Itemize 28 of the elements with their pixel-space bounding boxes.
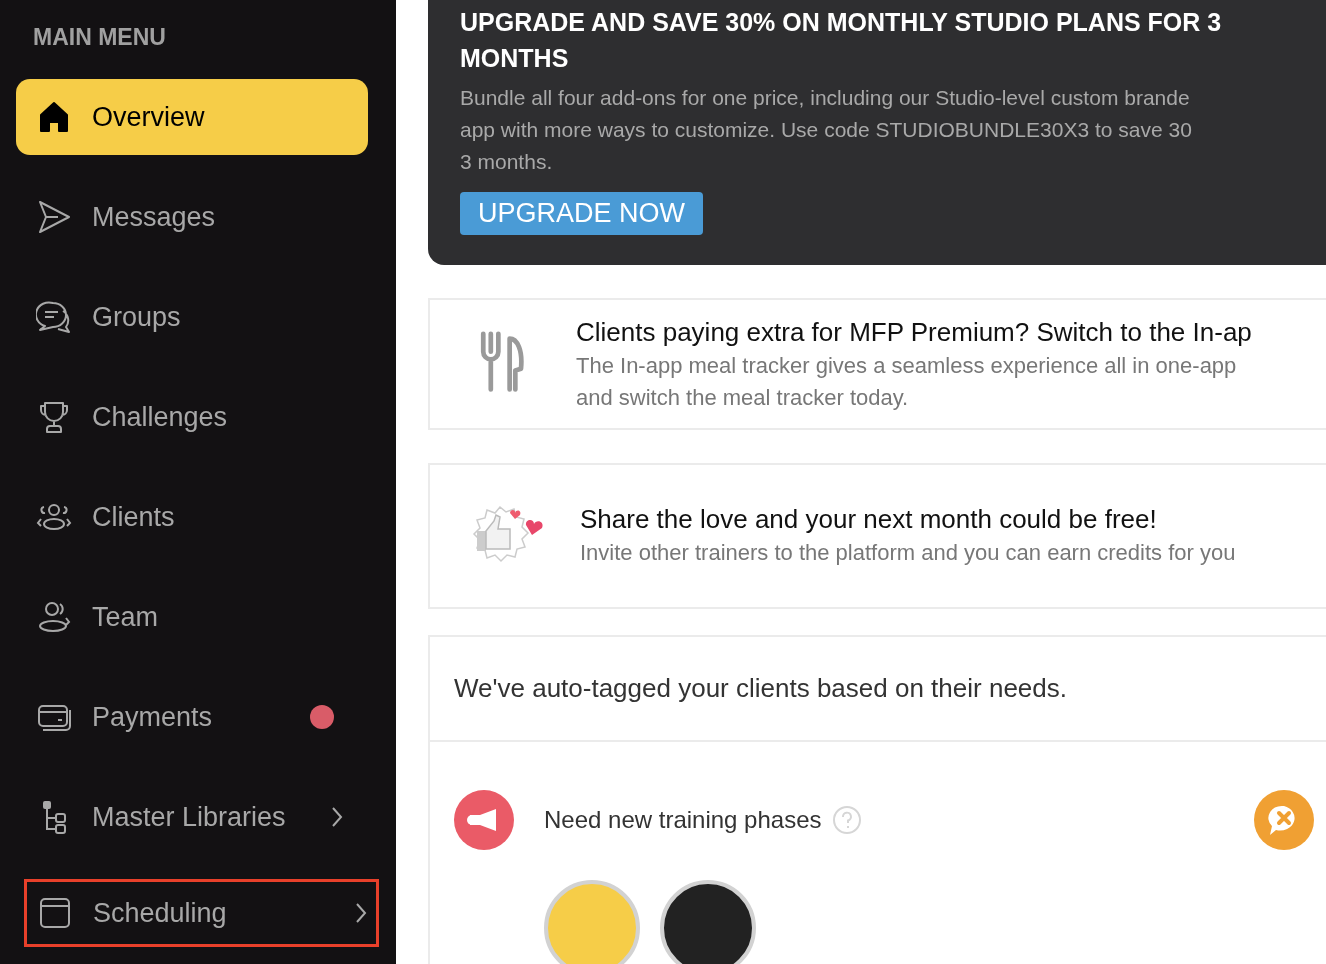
sidebar-item[interactable]: Scheduling: [24, 879, 379, 947]
sidebar-item[interactable]: Challenges: [16, 379, 368, 455]
card-title: Share the love and your next month could be free!: [580, 503, 1158, 536]
banner-text: Bundle all four add-ons for one price, including our Studio-level custom brande app with more ways to customize. Use code STUDIOBUNDLE30X3 to save 30 3 months.: [460, 85, 1193, 175]
sidebar-item[interactable]: Payments: [16, 679, 368, 755]
chevron-right-icon: [330, 805, 344, 829]
sidebar-item[interactable]: Clients: [16, 479, 368, 555]
paper-plane-icon: [36, 199, 72, 235]
banner-title: UPGRADE AND SAVE 30% ON MONTHLY STUDIO PLANS FOR 3 MONTHS: [460, 7, 1223, 74]
chat-dismiss-icon[interactable]: [1254, 790, 1314, 850]
card-text: Invite other trainers to the platform and you can earn credits for you: [580, 539, 1236, 567]
sidebar-item[interactable]: Master Libraries: [16, 779, 368, 855]
chat-bubbles-icon: [36, 299, 72, 335]
notification-dot: [310, 705, 334, 729]
sidebar-item[interactable]: Messages: [16, 179, 368, 255]
calendar-icon: [37, 895, 73, 931]
card-title: Clients paying extra for MFP Premium? Switch to the In-ap: [576, 316, 1252, 349]
tags-heading: We've auto-tagged your clients based on their needs.: [430, 637, 1326, 742]
chevron-right-icon: [354, 901, 368, 925]
card-text: The In-app meal tracker gives a seamless experience all in one-app and switch the meal tracker today.: [576, 352, 1238, 412]
menu-heading: MAIN MENU: [32, 24, 167, 51]
sidebar-item[interactable]: Overview: [16, 79, 368, 155]
help-icon[interactable]: [831, 805, 862, 835]
sidebar-item[interactable]: Team: [16, 579, 368, 655]
sidebar-item[interactable]: Groups: [16, 279, 368, 355]
megaphone-icon: [454, 790, 514, 850]
team-icon: [36, 599, 72, 635]
tag-label: Need new training phases: [544, 806, 822, 834]
